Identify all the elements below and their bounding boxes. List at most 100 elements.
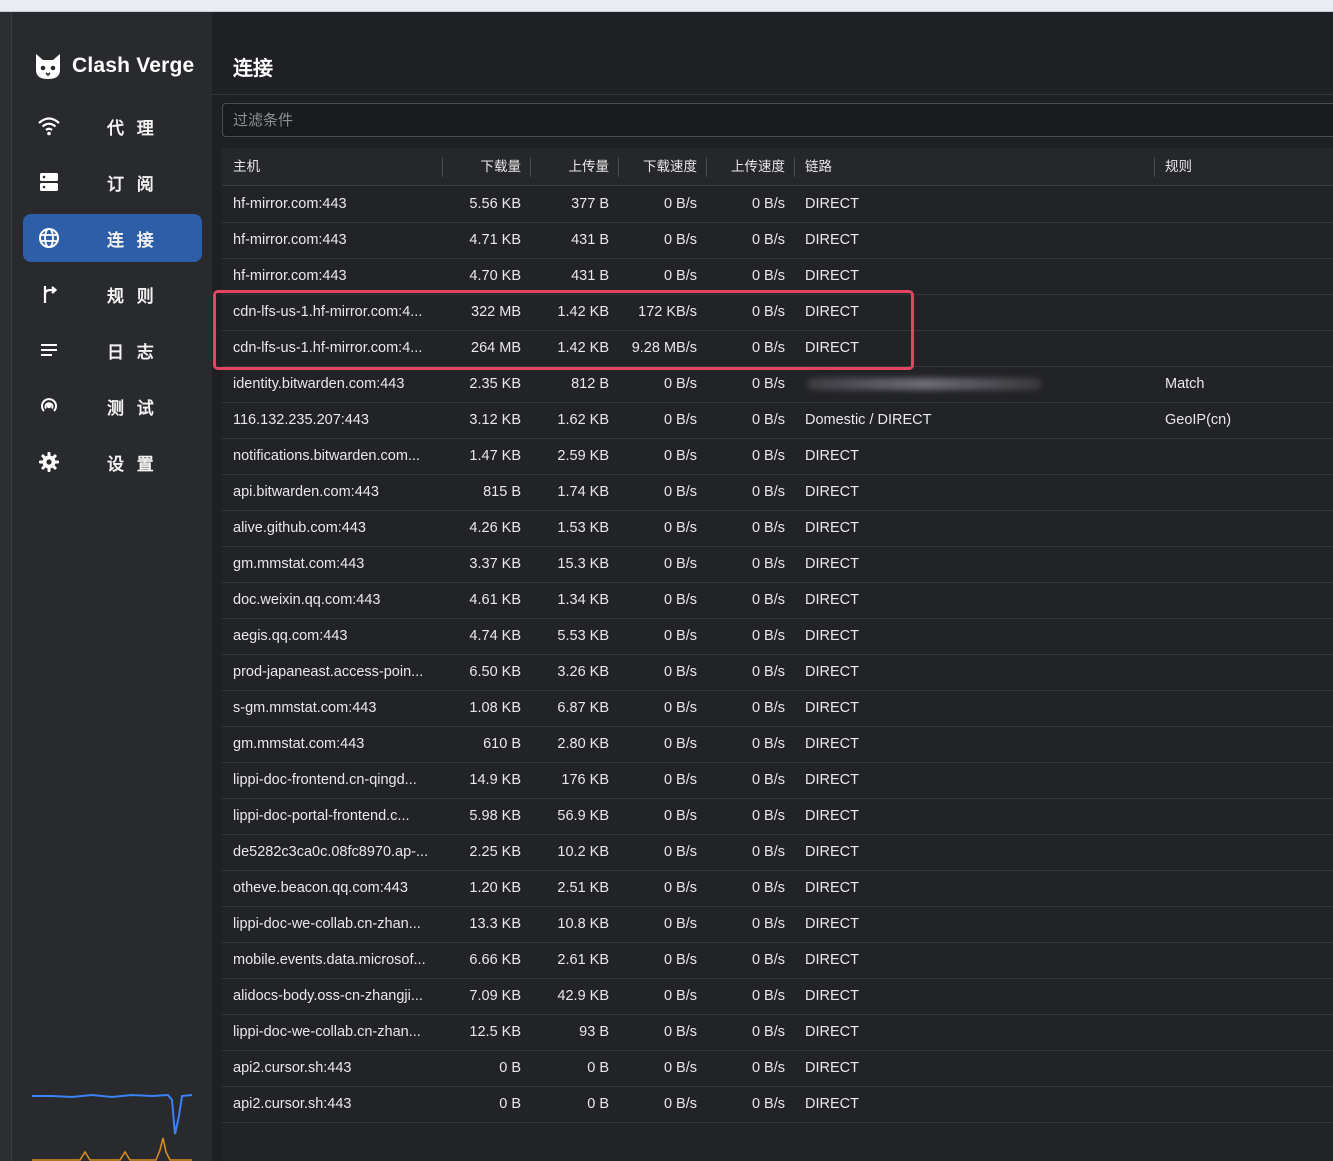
table-row[interactable]: hf-mirror.com:443 5.56 KB 377 B 0 B/s 0 B/s D… bbox=[222, 187, 1333, 223]
download-cell: 4.61 KB bbox=[469, 592, 521, 608]
sidebar-item-label: 订 阅 bbox=[107, 174, 158, 194]
download-cell: 2.25 KB bbox=[469, 844, 521, 860]
sidebar-item-connections[interactable]: 连 接 bbox=[23, 214, 202, 262]
download-speed-cell: 0 B/s bbox=[663, 772, 697, 788]
host-cell: lippi-doc-frontend.cn-qingd... bbox=[233, 772, 417, 788]
host-cell: api.bitwarden.com:443 bbox=[233, 484, 379, 500]
table-row[interactable]: identity.bitwarden.com:443 2.35 KB 812 B 0 … bbox=[222, 367, 1333, 403]
column-divider bbox=[442, 157, 443, 177]
rule-cell bbox=[1165, 511, 1325, 546]
chain-cell bbox=[805, 367, 1135, 402]
rule-cell bbox=[1165, 1087, 1325, 1122]
host-cell: mobile.events.data.microsof... bbox=[233, 952, 426, 968]
upload-speed-cell: 0 B/s bbox=[751, 988, 785, 1004]
chain-cell: DIRECT bbox=[805, 556, 859, 572]
download-cell: 0 B bbox=[499, 1060, 521, 1076]
upload-cell: 56.9 KB bbox=[557, 808, 609, 824]
upload-speed-cell: 0 B/s bbox=[751, 304, 785, 320]
table-row[interactable]: s-gm.mmstat.com:443 1.08 KB 6.87 KB 0 B/s 0 … bbox=[222, 691, 1333, 727]
table-row[interactable]: cdn-lfs-us-1.hf-mirror.com:4... 322 MB 1.4… bbox=[222, 295, 1333, 331]
window-top-strip bbox=[0, 0, 1333, 12]
upload-speed-cell: 0 B/s bbox=[751, 448, 785, 464]
host-cell: doc.weixin.qq.com:443 bbox=[233, 592, 381, 608]
table-row[interactable]: otheve.beacon.qq.com:443 1.20 KB 2.51 KB 0 … bbox=[222, 871, 1333, 907]
column-header-download[interactable]: 下载量 bbox=[452, 148, 522, 186]
download-cell: 322 MB bbox=[471, 304, 521, 320]
host-cell: identity.bitwarden.com:443 bbox=[233, 376, 405, 392]
download-speed-cell: 0 B/s bbox=[663, 664, 697, 680]
table-row[interactable]: alidocs-body.oss-cn-zhangji... 7.09 KB 42.… bbox=[222, 979, 1333, 1015]
table-row[interactable]: api2.cursor.sh:443 0 B 0 B 0 B/s 0 B/s DIRECT bbox=[222, 1051, 1333, 1087]
table-row[interactable]: lippi-doc-portal-frontend.c... 5.98 KB 56.… bbox=[222, 799, 1333, 835]
app-logo: Clash Verge bbox=[32, 50, 194, 82]
sidebar-item-logs[interactable]: 日 志 bbox=[23, 326, 202, 374]
table-row[interactable]: prod-japaneast.access-poin... 6.50 KB 3.26… bbox=[222, 655, 1333, 691]
download-speed-cell: 0 B/s bbox=[663, 592, 697, 608]
host-cell: aegis.qq.com:443 bbox=[233, 628, 348, 644]
upload-speed-cell: 0 B/s bbox=[751, 952, 785, 968]
traffic-graph bbox=[32, 1093, 192, 1161]
column-header-download-speed[interactable]: 下载速度 bbox=[622, 148, 697, 186]
column-header-host[interactable]: 主机 bbox=[233, 148, 260, 186]
table-row[interactable]: lippi-doc-we-collab.cn-zhan... 13.3 KB 10.… bbox=[222, 907, 1333, 943]
download-speed-cell: 0 B/s bbox=[663, 376, 697, 392]
window-left-edge bbox=[0, 12, 12, 1161]
filter-input[interactable] bbox=[222, 103, 1333, 137]
table-row[interactable]: gm.mmstat.com:443 610 B 2.80 KB 0 B/s 0 B/s D… bbox=[222, 727, 1333, 763]
sidebar-item-settings[interactable]: 设 置 bbox=[23, 438, 202, 486]
column-header-upload[interactable]: 上传量 bbox=[540, 148, 610, 186]
server-icon bbox=[35, 168, 63, 196]
download-speed-cell: 0 B/s bbox=[663, 520, 697, 536]
table-row[interactable]: lippi-doc-we-collab.cn-zhan... 12.5 KB 93 … bbox=[222, 1015, 1333, 1051]
gear-icon bbox=[35, 448, 63, 476]
sidebar-item-label: 代 理 bbox=[107, 118, 158, 138]
upload-cell: 10.8 KB bbox=[557, 916, 609, 932]
sidebar-item-rules[interactable]: 规 则 bbox=[23, 270, 202, 318]
sidebar-item-subscriptions[interactable]: 订 阅 bbox=[23, 158, 202, 206]
host-cell: lippi-doc-portal-frontend.c... bbox=[233, 808, 410, 824]
host-cell: hf-mirror.com:443 bbox=[233, 268, 347, 284]
table-row[interactable]: api.bitwarden.com:443 815 B 1.74 KB 0 B/s 0 … bbox=[222, 475, 1333, 511]
sidebar: Clash Verge 代 理 订 阅 连 接 规 则 日 志 测 试 设 置 bbox=[12, 12, 212, 1161]
table-row[interactable]: api2.cursor.sh:443 0 B 0 B 0 B/s 0 B/s DIRECT bbox=[222, 1087, 1333, 1123]
download-cell: 12.5 KB bbox=[469, 1024, 521, 1040]
host-cell: cdn-lfs-us-1.hf-mirror.com:4... bbox=[233, 340, 423, 356]
upload-speed-cell: 0 B/s bbox=[751, 1024, 785, 1040]
table-row[interactable]: gm.mmstat.com:443 3.37 KB 15.3 KB 0 B/s 0 B/… bbox=[222, 547, 1333, 583]
upload-speed-cell: 0 B/s bbox=[751, 1096, 785, 1112]
download-speed-cell: 172 KB/s bbox=[638, 304, 697, 320]
table-row[interactable]: aegis.qq.com:443 4.74 KB 5.53 KB 0 B/s 0 B/s… bbox=[222, 619, 1333, 655]
upload-cell: 1.34 KB bbox=[557, 592, 609, 608]
column-header-upload-speed[interactable]: 上传速度 bbox=[710, 148, 785, 186]
chain-cell: DIRECT bbox=[805, 736, 859, 752]
column-header-chain[interactable]: 链路 bbox=[805, 148, 832, 186]
column-header-rule[interactable]: 规则 bbox=[1165, 148, 1192, 186]
upload-cell: 431 B bbox=[571, 232, 609, 248]
table-row[interactable]: mobile.events.data.microsof... 6.66 KB 2.6… bbox=[222, 943, 1333, 979]
sidebar-item-proxy[interactable]: 代 理 bbox=[23, 102, 202, 150]
host-cell: api2.cursor.sh:443 bbox=[233, 1096, 352, 1112]
table-row[interactable]: lippi-doc-frontend.cn-qingd... 14.9 KB 176… bbox=[222, 763, 1333, 799]
table-row[interactable]: de5282c3ca0c.08fc8970.ap-... 2.25 KB 10.2 … bbox=[222, 835, 1333, 871]
upload-speed-cell: 0 B/s bbox=[751, 808, 785, 824]
upload-speed-cell: 0 B/s bbox=[751, 556, 785, 572]
table-row[interactable]: hf-mirror.com:443 4.71 KB 431 B 0 B/s 0 B/s D… bbox=[222, 223, 1333, 259]
table-row[interactable]: alive.github.com:443 4.26 KB 1.53 KB 0 B/s 0… bbox=[222, 511, 1333, 547]
rule-cell bbox=[1165, 583, 1325, 618]
upload-cell: 6.87 KB bbox=[557, 700, 609, 716]
table-row[interactable]: 116.132.235.207:443 3.12 KB 1.62 KB 0 B/s 0 … bbox=[222, 403, 1333, 439]
chain-cell: DIRECT bbox=[805, 520, 859, 536]
rule-cell bbox=[1165, 1051, 1325, 1086]
download-cell: 3.12 KB bbox=[469, 412, 521, 428]
table-row[interactable]: notifications.bitwarden.com... 1.47 KB 2.5… bbox=[222, 439, 1333, 475]
sidebar-item-test[interactable]: 测 试 bbox=[23, 382, 202, 430]
table-row[interactable]: hf-mirror.com:443 4.70 KB 431 B 0 B/s 0 B/s D… bbox=[222, 259, 1333, 295]
chain-cell: DIRECT bbox=[805, 700, 859, 716]
table-row[interactable]: cdn-lfs-us-1.hf-mirror.com:4... 264 MB 1.4… bbox=[222, 331, 1333, 367]
host-cell: cdn-lfs-us-1.hf-mirror.com:4... bbox=[233, 304, 423, 320]
upload-speed-cell: 0 B/s bbox=[751, 520, 785, 536]
chain-cell: DIRECT bbox=[805, 1060, 859, 1076]
table-row[interactable]: doc.weixin.qq.com:443 4.61 KB 1.34 KB 0 B/s… bbox=[222, 583, 1333, 619]
upload-cell: 1.74 KB bbox=[557, 484, 609, 500]
upload-speed-cell: 0 B/s bbox=[751, 196, 785, 212]
